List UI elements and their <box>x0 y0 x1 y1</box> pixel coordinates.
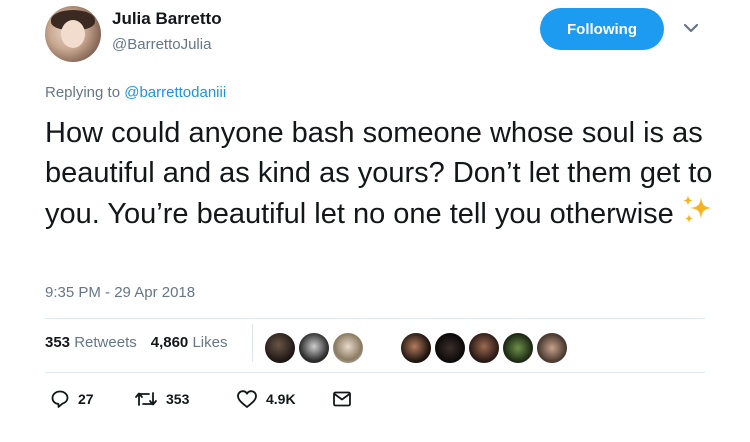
envelope-icon <box>333 391 351 407</box>
liker-avatar[interactable] <box>536 332 568 364</box>
liker-avatars <box>264 332 364 364</box>
reply-icon <box>51 390 69 408</box>
likes-count: 4,860 <box>150 334 189 351</box>
retweets-count: 353 <box>45 334 71 351</box>
tweet-timestamp[interactable]: 9:35 PM - 29 Apr 2018 <box>45 284 195 301</box>
engagement-stats: 353 Retweets 4,860 Likes <box>45 334 227 351</box>
direct-message-action[interactable] <box>332 390 352 408</box>
author-avatar[interactable] <box>45 6 101 62</box>
stats-separator <box>252 324 253 362</box>
retweet-icon <box>135 392 157 406</box>
like-count: 4.9K <box>266 391 296 407</box>
divider-top <box>45 318 705 319</box>
retweet-action[interactable]: 353 <box>134 389 236 409</box>
tweet-body: How could anyone bash someone whose soul… <box>45 117 713 230</box>
liker-avatar[interactable] <box>298 332 330 364</box>
reply-count: 27 <box>78 391 94 407</box>
replying-to-prefix: Replying to <box>45 84 125 101</box>
liker-avatar[interactable] <box>434 332 466 364</box>
chevron-down-icon[interactable] <box>681 18 701 38</box>
like-action[interactable]: 4.9K <box>236 389 332 409</box>
reply-mention-link[interactable]: @barrettodaniii <box>124 84 226 101</box>
heart-icon <box>237 390 257 408</box>
tweet-text: How could anyone bash someone whose soul… <box>45 113 725 234</box>
avatar-face <box>61 20 85 48</box>
replying-to: Replying to @barrettodaniii <box>45 84 226 101</box>
reply-action[interactable]: 27 <box>50 389 134 409</box>
tweet-actions: 27 353 4.9K <box>50 389 352 409</box>
retweet-count: 353 <box>166 391 190 407</box>
retweets-label: Retweets <box>74 334 137 351</box>
liker-avatar[interactable] <box>332 332 364 364</box>
liker-avatars-2 <box>400 332 568 364</box>
divider-bottom <box>45 372 705 373</box>
following-button[interactable]: Following <box>540 8 664 50</box>
likes-label: Likes <box>192 334 228 351</box>
likes-stat[interactable]: 4,860 Likes <box>151 334 228 351</box>
sparkles-icon <box>682 195 712 223</box>
liker-avatar[interactable] <box>468 332 500 364</box>
liker-avatar[interactable] <box>502 332 534 364</box>
author-handle[interactable]: @BarrettoJulia <box>112 36 211 53</box>
author-name[interactable]: Julia Barretto <box>112 9 222 29</box>
liker-avatar[interactable] <box>400 332 432 364</box>
retweets-stat[interactable]: 353 Retweets <box>45 334 137 351</box>
liker-avatar[interactable] <box>264 332 296 364</box>
